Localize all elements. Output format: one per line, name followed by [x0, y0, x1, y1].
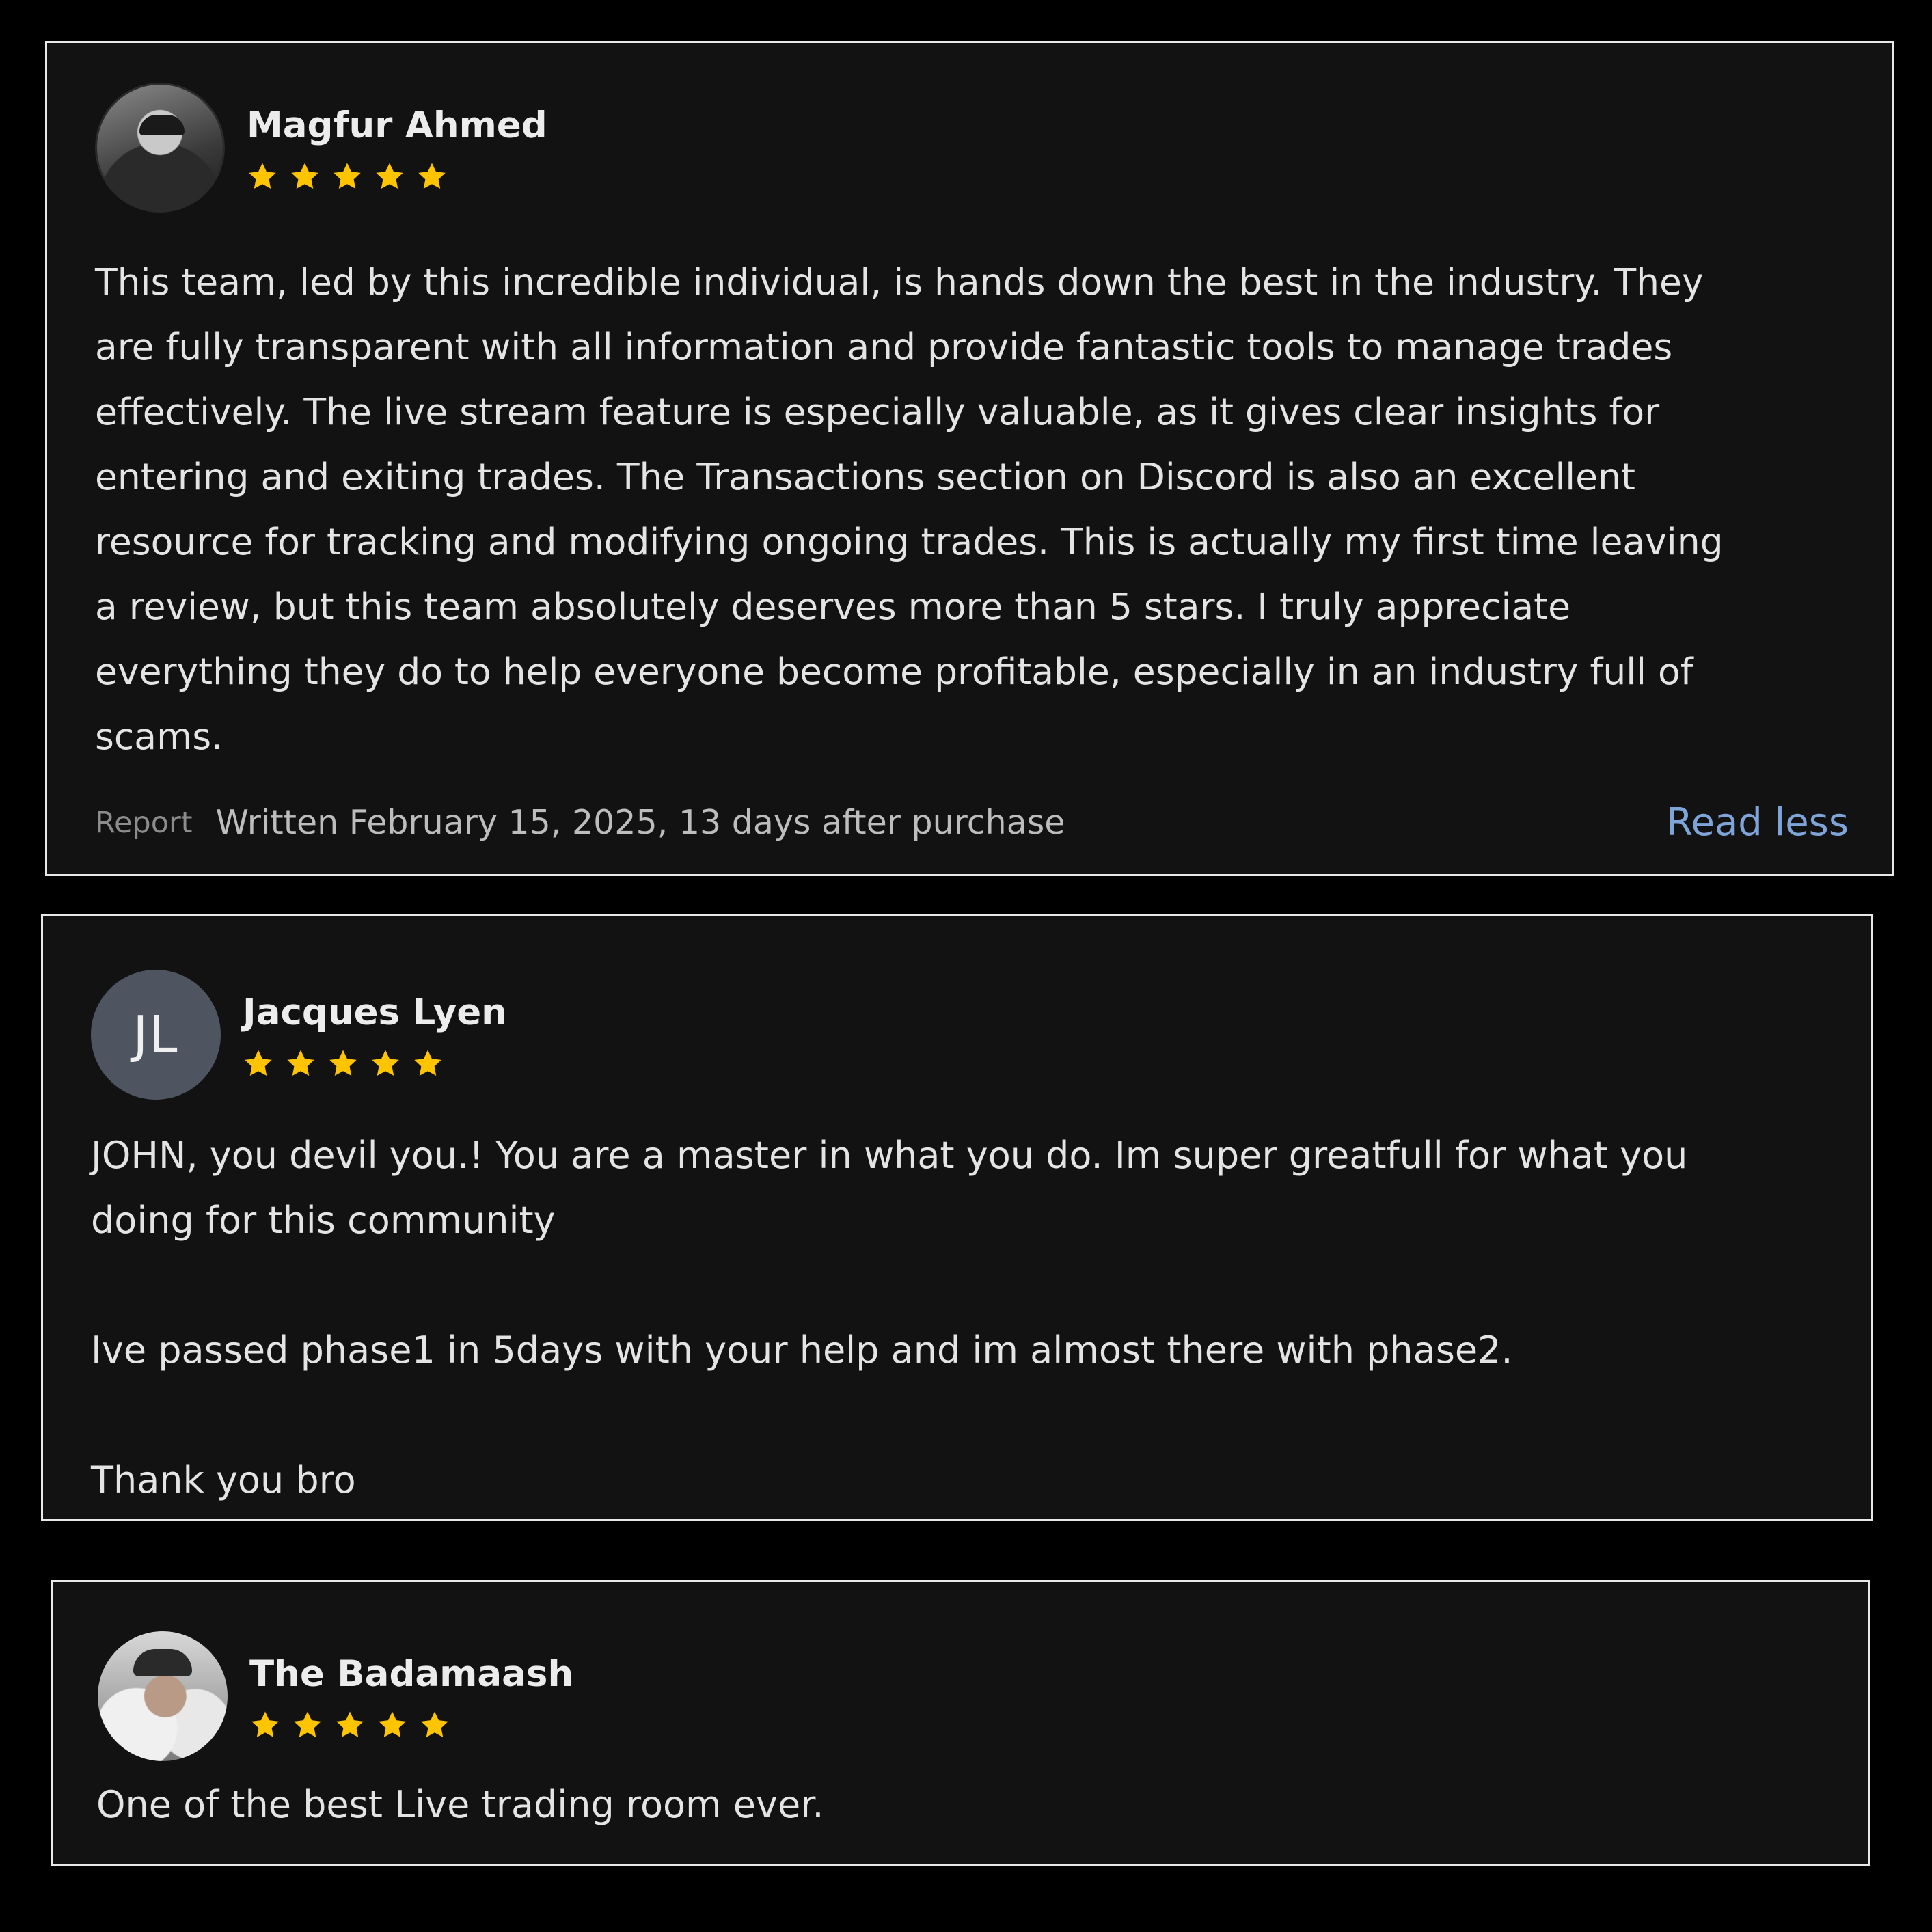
- reviewer-meta: Magfur Ahmed: [247, 103, 547, 192]
- star-icon: [331, 161, 363, 192]
- review-footer: Report Written February 15, 2025, 13 day…: [95, 800, 1849, 845]
- review-text: JOHN, you devil you.! You are a master i…: [91, 1134, 1688, 1501]
- review-header: JL Jacques Lyen: [91, 970, 507, 1100]
- review-text: This team, led by this incredible indivi…: [95, 260, 1724, 758]
- star-icon: [285, 1048, 316, 1079]
- report-link[interactable]: Report: [95, 806, 193, 840]
- avatar[interactable]: JL: [91, 970, 221, 1100]
- review-card: JL Jacques Lyen JOHN, you devil you.! Yo…: [41, 914, 1873, 1521]
- star-icon: [327, 1048, 359, 1079]
- star-icon: [334, 1709, 366, 1741]
- reviewer-name[interactable]: The Badamaash: [249, 1652, 573, 1697]
- read-less-link[interactable]: Read less: [1666, 800, 1849, 845]
- star-icon: [292, 1709, 323, 1741]
- avatar[interactable]: [95, 83, 225, 213]
- reviewer-name[interactable]: Magfur Ahmed: [247, 103, 547, 148]
- star-icon: [243, 1048, 274, 1079]
- reviewer-meta: Jacques Lyen: [243, 990, 507, 1079]
- star-icon: [374, 161, 405, 192]
- written-date: Written February 15, 2025, 13 days after…: [215, 803, 1065, 842]
- star-rating: [249, 1709, 573, 1741]
- star-icon: [412, 1048, 444, 1079]
- review-header: Magfur Ahmed: [95, 83, 547, 213]
- reviewer-name[interactable]: Jacques Lyen: [243, 990, 507, 1035]
- star-rating: [247, 161, 547, 192]
- review-card: Magfur Ahmed This team, led by this incr…: [45, 41, 1894, 876]
- avatar[interactable]: [98, 1631, 228, 1761]
- star-icon: [247, 161, 278, 192]
- star-icon: [416, 161, 448, 192]
- star-icon: [249, 1709, 281, 1741]
- reviewer-meta: The Badamaash: [249, 1652, 573, 1741]
- star-icon: [289, 161, 321, 192]
- star-icon: [377, 1709, 408, 1741]
- review-card: The Badamaash One of the best Live tradi…: [51, 1580, 1870, 1866]
- review-header: The Badamaash: [98, 1631, 573, 1761]
- star-rating: [243, 1048, 507, 1079]
- star-icon: [419, 1709, 450, 1741]
- star-icon: [370, 1048, 401, 1079]
- review-text: One of the best Live trading room ever.: [96, 1783, 824, 1826]
